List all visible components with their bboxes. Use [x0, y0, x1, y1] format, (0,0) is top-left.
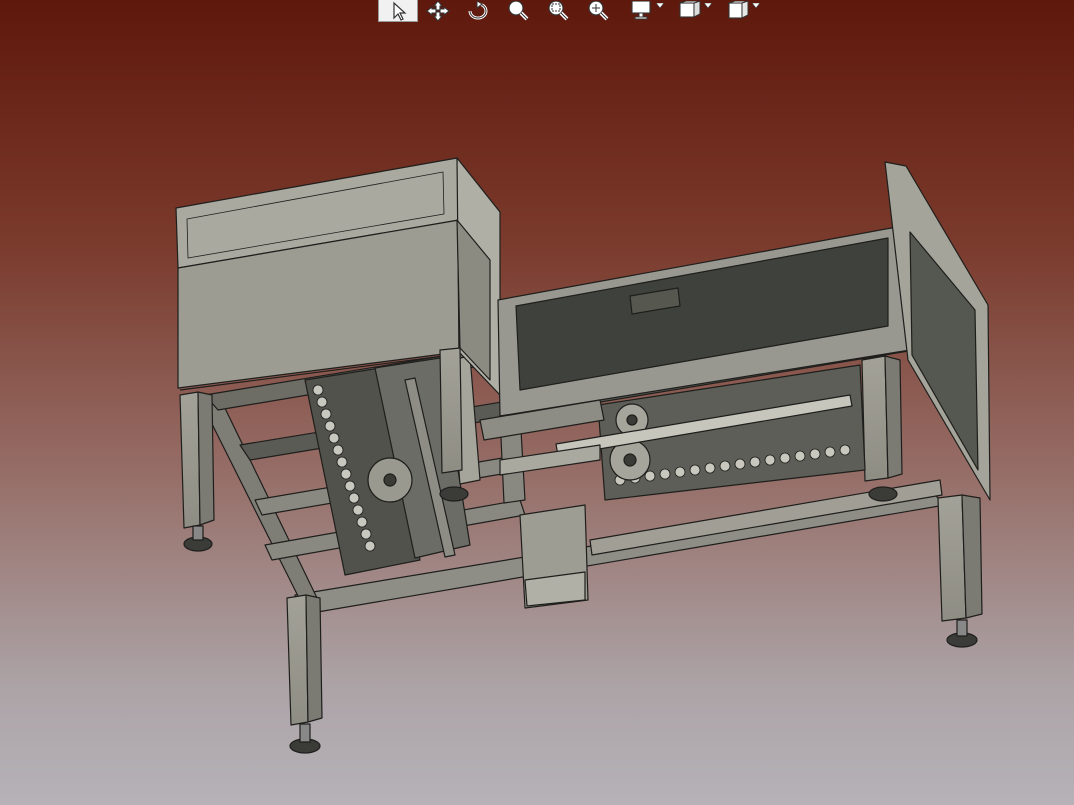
- chevron-down-icon[interactable]: [751, 1, 761, 11]
- pan-move-icon: [426, 1, 450, 21]
- leg-back-right: [861, 355, 889, 482]
- zoom-tool-button[interactable]: [498, 0, 538, 22]
- zoom-fit-icon: [588, 1, 609, 21]
- chevron-down-icon[interactable]: [703, 1, 713, 11]
- zoom-window-icon: [548, 1, 569, 21]
- zoom-icon: [508, 1, 529, 21]
- leg-back-left: [179, 391, 201, 529]
- foot-back-right: [868, 486, 898, 502]
- display-mode-button[interactable]: [618, 0, 666, 22]
- leg-front-left: [286, 594, 309, 726]
- rotate-tool-button[interactable]: [458, 0, 498, 22]
- pan-tool-button[interactable]: [418, 0, 458, 22]
- chevron-down-icon[interactable]: [655, 1, 665, 11]
- select-tool-button[interactable]: [378, 0, 418, 22]
- view-orientation-button[interactable]: [714, 0, 762, 22]
- machine-model: [175, 157, 991, 754]
- zoom-window-tool-button[interactable]: [538, 0, 578, 22]
- 3d-viewport[interactable]: [0, 0, 1074, 805]
- leg-front-right: [937, 494, 967, 622]
- rotate-icon: [468, 1, 488, 20]
- view-toolbar: [378, 0, 762, 22]
- view-cube-icon: [728, 1, 749, 19]
- render-style-button[interactable]: [666, 0, 714, 22]
- monitor-icon: [631, 1, 651, 20]
- zoom-fit-tool-button[interactable]: [578, 0, 618, 22]
- select-arrow-icon: [393, 1, 407, 21]
- render-style-icon: [679, 1, 701, 18]
